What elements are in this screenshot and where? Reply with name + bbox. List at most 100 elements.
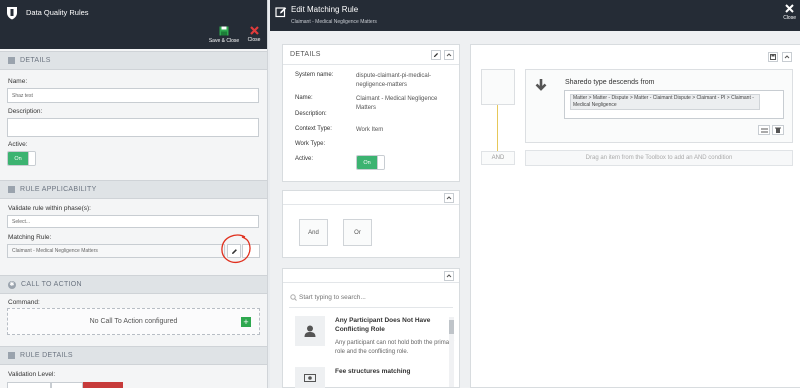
save-icon <box>770 54 776 60</box>
active-toggle-handle <box>28 152 35 165</box>
and-operator[interactable]: And <box>299 219 328 246</box>
save-rule-button[interactable] <box>768 52 778 62</box>
condition-options-button[interactable] <box>758 125 770 135</box>
condition-title: Sharedo type descends from <box>565 79 655 86</box>
modal-subtitle: Claimant - Medical Negligence Matters <box>291 19 377 25</box>
work-type-key: Work Type: <box>295 141 326 147</box>
rule-details-section-header[interactable]: RULE DETAILS <box>0 346 267 365</box>
root-node <box>481 69 515 105</box>
condition-path-tag: Matter > Matter - Dispute > Matter - Cla… <box>570 94 760 110</box>
chevron-up-icon <box>446 196 452 200</box>
participant-icon-box <box>295 316 325 346</box>
or-operator[interactable]: Or <box>343 219 372 246</box>
context-type-key: Context Type: <box>295 126 332 132</box>
gear-icon: ✱ <box>8 280 16 289</box>
modal-active-toggle[interactable]: On <box>356 155 385 170</box>
active-toggle[interactable]: On <box>7 151 36 166</box>
system-name-value: dispute-claimant-pi-medical-negligence-m… <box>356 73 432 88</box>
close-icon <box>785 4 794 13</box>
add-cta-button[interactable]: + <box>241 317 251 327</box>
rule-details-heading: RULE DETAILS <box>20 352 73 359</box>
search-icon <box>290 294 297 301</box>
rule-applicability-section-header[interactable]: RULE APPLICABILITY <box>0 180 267 199</box>
active-label: Active: <box>8 141 28 148</box>
no-cta-text: No Call To Action configured <box>89 318 178 325</box>
modal-close-label: Close <box>783 15 796 21</box>
collapse-details-button[interactable] <box>444 50 454 60</box>
save-close-label: Save & Close <box>208 38 240 44</box>
name-label: Name: <box>8 78 28 85</box>
search-divider <box>289 307 453 308</box>
save-icon <box>219 26 229 36</box>
rule-canvas: AND Sharedo type descends from Matter > … <box>470 44 800 388</box>
trash-icon <box>775 127 781 133</box>
toolbox-card: Any Participant Does Not Have Conflictin… <box>282 268 460 388</box>
details-section-header[interactable]: DETAILS <box>0 51 267 70</box>
chevron-up-icon <box>784 55 790 59</box>
modal-active-handle <box>377 156 384 169</box>
save-close-button[interactable]: Save & Close <box>208 26 240 44</box>
and-condition-drop-zone[interactable]: Drag an item from the Toolbox to add an … <box>525 150 793 166</box>
call-to-action-section-header[interactable]: ✱ CALL TO ACTION <box>0 275 267 294</box>
rule-details-icon <box>8 352 15 359</box>
validation-level-option-3[interactable] <box>83 382 123 388</box>
validation-level-label: Validation Level: <box>8 371 56 378</box>
toolbox-header <box>283 269 459 283</box>
list-icon <box>760 128 768 132</box>
close-button[interactable]: Close <box>244 26 264 43</box>
toolbox-item-description: Any participant can not hold both the pr… <box>335 340 455 355</box>
edit-icon <box>275 7 287 18</box>
and-connector-node: AND <box>481 151 515 165</box>
matching-rule-details-card: DETAILS System name: dispute-claimant-pi… <box>282 44 460 182</box>
validation-level-option-1[interactable] <box>7 382 51 388</box>
name-key: Name: <box>295 95 313 101</box>
collapse-toolbox-button[interactable] <box>444 271 454 281</box>
plus-icon: + <box>243 317 249 327</box>
phase-select[interactable]: Select... <box>7 215 259 228</box>
active-toggle-on: On <box>8 152 28 165</box>
call-to-action-heading: CALL TO ACTION <box>21 281 82 288</box>
toolbox-search-input[interactable] <box>299 291 449 303</box>
toolbox-scrollbar[interactable] <box>449 317 454 387</box>
shield-logo-icon <box>7 7 17 20</box>
operators-header <box>283 191 459 205</box>
left-panel-title: Data Quality Rules <box>26 8 89 17</box>
collapse-canvas-button[interactable] <box>782 52 792 62</box>
modal-header: Edit Matching Rule Claimant - Medical Ne… <box>270 0 800 31</box>
close-icon <box>249 26 259 35</box>
condition-block[interactable]: Sharedo type descends from Matter > Matt… <box>525 69 793 143</box>
operators-card: And Or <box>282 190 460 258</box>
modal-title: Edit Matching Rule <box>291 5 359 14</box>
collapse-operators-button[interactable] <box>444 193 454 203</box>
red-annotation-circle-icon <box>221 234 251 264</box>
matching-rule-label: Matching Rule: <box>8 234 52 241</box>
condition-path-field[interactable]: Matter > Matter - Dispute > Matter - Cla… <box>564 90 784 119</box>
details-section-icon <box>8 57 15 64</box>
toolbox-item-fee-structures[interactable]: Fee structures matching <box>295 367 460 388</box>
toolbox-item-title: Any Participant Does Not Have Conflictin… <box>335 317 431 333</box>
description-label: Description: <box>8 108 43 115</box>
command-drop-zone[interactable]: No Call To Action configured + <box>7 308 260 335</box>
description-textarea[interactable] <box>7 118 259 137</box>
details-heading: DETAILS <box>20 57 51 64</box>
left-panel-header: Data Quality Rules Save & Close Close <box>0 0 267 49</box>
condition-delete-button[interactable] <box>772 125 784 135</box>
matching-rule-input[interactable]: Claimant - Medical Negligence Matters <box>7 244 225 258</box>
command-label: Command: <box>8 299 40 306</box>
rule-applicability-heading: RULE APPLICABILITY <box>20 186 97 193</box>
name-input[interactable]: Shaz test <box>7 88 259 103</box>
toolbox-item-title: Fee structures matching <box>335 368 411 375</box>
phase-label: Validate rule within phase(s): <box>8 205 91 212</box>
name-value: Claimant - Medical Negligence Matters <box>356 96 438 111</box>
money-icon <box>304 374 316 382</box>
edit-details-button[interactable] <box>431 50 441 60</box>
chevron-up-icon <box>446 274 452 278</box>
toolbox-item-conflicting-role[interactable]: Any Participant Does Not Have Conflictin… <box>295 316 460 361</box>
description-key: Description: <box>295 111 327 117</box>
active-key: Active: <box>295 156 314 162</box>
modal-details-heading: DETAILS <box>290 51 321 58</box>
toolbox-scrollbar-thumb[interactable] <box>449 320 454 334</box>
rule-applicability-icon <box>8 186 15 193</box>
validation-level-option-2[interactable] <box>51 382 83 388</box>
modal-close-button[interactable]: Close <box>783 4 796 21</box>
